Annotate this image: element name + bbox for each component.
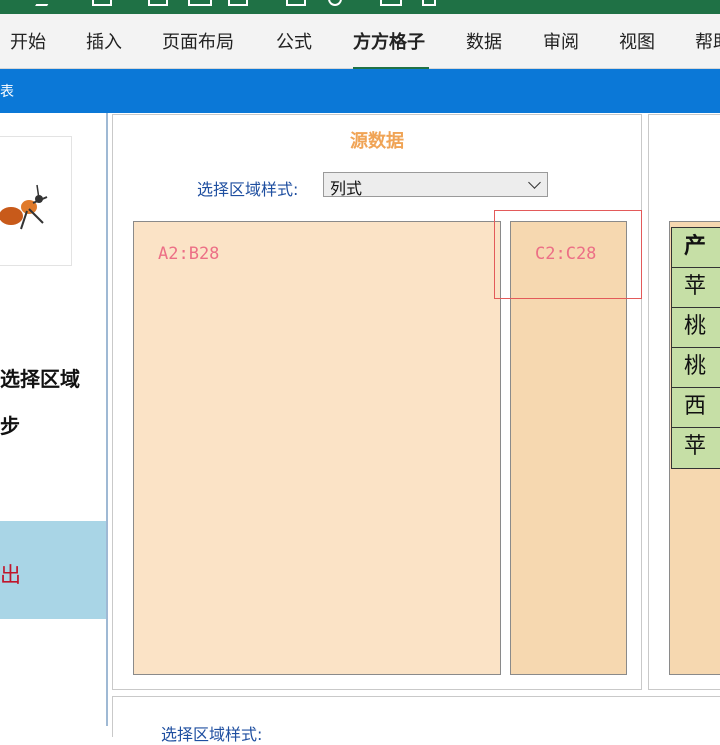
exit-label: 出 bbox=[0, 563, 21, 587]
source-data-group: 源数据 选择区域样式: 列式 A2:B28 C2:C28 bbox=[112, 114, 642, 690]
ribbon-tabs: 开始 插入 页面布局 公式 方方格子 数据 审阅 视图 帮助 bbox=[0, 14, 720, 70]
layout-icon[interactable] bbox=[286, 0, 306, 6]
grid-icon[interactable] bbox=[188, 0, 212, 6]
tab-help[interactable]: 帮助 bbox=[695, 28, 720, 54]
preview-table: 产 苹 桃 桃 西 苹 bbox=[671, 227, 720, 469]
tab-ffcell[interactable]: 方方格子 bbox=[353, 28, 425, 54]
tab-view[interactable]: 视图 bbox=[619, 28, 655, 54]
redo-icon[interactable] bbox=[35, 0, 53, 6]
quick-access-toolbar bbox=[0, 0, 720, 14]
tab-review[interactable]: 审阅 bbox=[543, 28, 579, 54]
tab-home[interactable]: 开始 bbox=[10, 28, 46, 54]
step-title: 选择区域 bbox=[0, 367, 80, 391]
preview-cell: 西 bbox=[671, 387, 720, 427]
tab-insert[interactable]: 插入 bbox=[86, 28, 122, 54]
preview-cell: 苹 bbox=[671, 267, 720, 307]
tab-page-layout[interactable]: 页面布局 bbox=[162, 28, 234, 54]
step-subtitle: 步 bbox=[0, 414, 20, 438]
result-preview-group: 产 苹 桃 桃 西 苹 bbox=[648, 114, 720, 690]
tab-formulas[interactable]: 公式 bbox=[276, 28, 312, 54]
tab-data[interactable]: 数据 bbox=[466, 28, 502, 54]
logo bbox=[0, 136, 72, 266]
preview-cell: 苹 bbox=[671, 427, 720, 469]
ant-icon bbox=[0, 184, 48, 230]
range-box-a[interactable]: A2:B28 bbox=[133, 221, 501, 675]
preview-header-cell: 产 bbox=[671, 227, 720, 267]
table-icon[interactable] bbox=[148, 0, 168, 6]
chevron-down-icon bbox=[528, 176, 541, 189]
target-group: 选择区域样式: bbox=[112, 696, 720, 744]
dialog-title: 表 bbox=[0, 84, 14, 100]
preview-cell: 桃 bbox=[671, 307, 720, 347]
range-style-value: 列式 bbox=[330, 179, 363, 198]
range-style-label: 选择区域样式: bbox=[197, 180, 299, 199]
filter-icon[interactable] bbox=[380, 0, 402, 6]
refresh-icon[interactable] bbox=[328, 0, 342, 6]
delete-icon[interactable] bbox=[422, 0, 436, 6]
dialog-titlebar[interactable]: 表 bbox=[0, 69, 720, 113]
chart-icon[interactable] bbox=[228, 0, 248, 6]
left-side-panel: 选择区域 步 出 bbox=[0, 113, 108, 726]
preview-cell: 桃 bbox=[671, 347, 720, 387]
exit-button[interactable]: 出 bbox=[0, 521, 106, 619]
source-data-title: 源数据 bbox=[350, 131, 404, 152]
range-style-select[interactable]: 列式 bbox=[323, 172, 548, 198]
save-icon[interactable] bbox=[92, 0, 112, 6]
target-style-label: 选择区域样式: bbox=[161, 725, 263, 744]
highlight-frame bbox=[494, 210, 642, 299]
range-a-label: A2:B28 bbox=[158, 244, 220, 264]
